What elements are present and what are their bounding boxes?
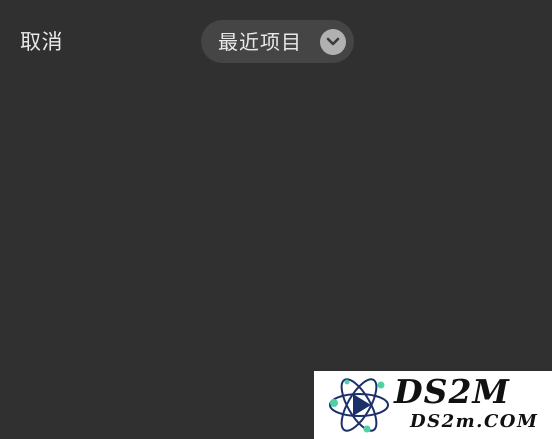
photo-picker-screen: 取消 最近项目 DS2M DS2m.COM — [0, 0, 552, 439]
atom-play-logo — [329, 378, 389, 433]
album-picker-button[interactable]: 最近项目 — [201, 20, 354, 63]
album-picker-label: 最近项目 — [218, 29, 302, 54]
watermark-domain: DS2m.COM — [410, 411, 539, 432]
watermark-badge: DS2M DS2m.COM — [314, 371, 552, 439]
chevron-down-circle-icon — [320, 29, 346, 55]
watermark-title: DS2M — [394, 372, 510, 411]
cancel-button[interactable]: 取消 — [20, 28, 63, 56]
